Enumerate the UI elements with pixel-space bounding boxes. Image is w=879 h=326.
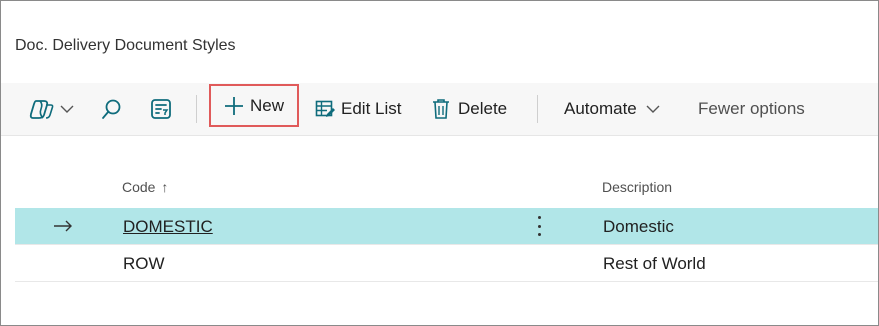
new-label: New <box>249 95 284 115</box>
sort-ascending-icon: ↑ <box>161 179 169 195</box>
description-cell: Rest of World <box>603 254 706 273</box>
filter-pane-icon <box>151 99 171 119</box>
row-divider <box>15 281 878 282</box>
page-title: Doc. Delivery Document Styles <box>15 37 236 54</box>
table-row[interactable]: DOMESTIC Domestic <box>15 208 878 244</box>
delete-button[interactable]: Delete <box>432 93 507 125</box>
automate-label: Automate <box>564 99 637 118</box>
arrow-right-icon <box>54 220 72 232</box>
copilot-menu-button[interactable] <box>29 93 75 125</box>
automate-menu-button[interactable]: Automate <box>564 93 661 125</box>
description-cell: Domestic <box>603 217 674 236</box>
fewer-options-label: Fewer options <box>698 99 805 118</box>
row-actions-menu-icon[interactable] <box>533 214 545 238</box>
delete-label: Delete <box>458 99 508 118</box>
chevron-down-icon <box>646 105 660 113</box>
app-window: Doc. Delivery Document Styles Edit List … <box>0 0 879 326</box>
search-button[interactable] <box>101 93 123 125</box>
copilot-icon <box>29 100 54 119</box>
chevron-down-icon <box>60 105 74 113</box>
column-header-description-label: Description <box>602 179 673 195</box>
trash-icon <box>433 99 449 119</box>
code-cell[interactable]: ROW <box>123 254 165 274</box>
action-bar: Edit List Delete Automate Fewer options <box>1 83 878 136</box>
column-header-code-label: Code <box>122 179 156 195</box>
column-header-code[interactable]: Code ↑ <box>122 179 168 195</box>
new-button[interactable]: New <box>209 84 299 127</box>
edit-list-label: Edit List <box>341 99 402 118</box>
table-row[interactable]: ROW Rest of World <box>15 245 878 281</box>
edit-list-button[interactable]: Edit List <box>315 93 401 125</box>
plus-icon <box>224 96 243 115</box>
fewer-options-button[interactable]: Fewer options <box>698 93 805 125</box>
column-header-description[interactable]: Description <box>602 179 672 195</box>
search-icon <box>102 99 121 119</box>
filter-pane-button[interactable] <box>150 93 172 125</box>
toolbar-separator <box>537 95 538 123</box>
code-cell[interactable]: DOMESTIC <box>123 217 213 237</box>
edit-list-icon <box>315 100 335 117</box>
toolbar-separator <box>196 95 197 123</box>
